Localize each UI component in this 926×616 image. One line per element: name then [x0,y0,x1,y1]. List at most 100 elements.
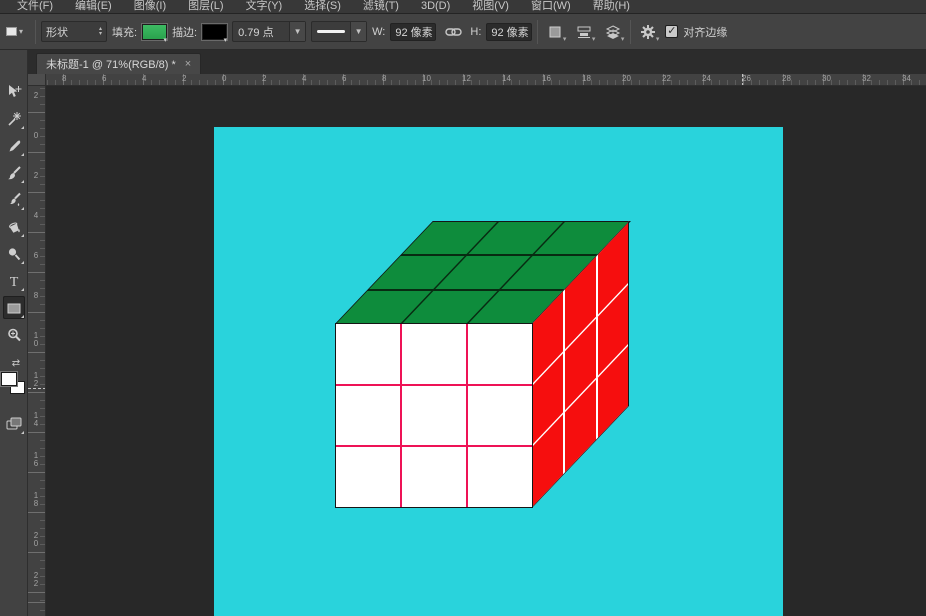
menu-item[interactable]: 文件(F) [6,0,64,13]
cube-front-cell [336,386,400,446]
magic-wand-tool[interactable] [3,107,25,130]
chevron-down-icon: ▾ [224,36,228,44]
path-arrangement-button[interactable]: ▾ [601,21,625,43]
fill-color-swatch[interactable]: ▾ [142,24,167,40]
type-tool[interactable]: T [3,269,25,292]
ruler-number: 1 4 [28,412,44,428]
ruler-number: 2 [28,92,44,100]
cube-front-cell [468,324,532,384]
document-tab[interactable]: 未标题-1 @ 71%(RGB/8) * × [36,53,201,74]
menu-item[interactable]: 文字(Y) [235,0,294,13]
ruler-number: 32 [862,74,871,83]
ruler-number: 2 2 [28,572,44,588]
menu-item[interactable]: 图像(I) [123,0,177,13]
stroke-width-value: 0.79 点 [233,24,289,40]
ruler-number: 16 [542,74,551,83]
ruler-number: 8 [382,74,386,83]
paint-bucket-tool[interactable] [3,215,25,238]
menu-item[interactable]: 帮助(H) [582,0,641,13]
brush-tool[interactable] [3,161,25,184]
ruler-number: 2 [182,74,186,83]
stroke-color-swatch[interactable]: ▾ [202,24,227,40]
ruler-number: 24 [702,74,711,83]
paint-bucket-tool-icon [6,219,22,235]
dodge-tool[interactable] [3,242,25,265]
divider [630,20,631,44]
chevron-down-icon: ▾ [164,36,168,44]
eyedropper-tool[interactable] [3,134,25,157]
menu-bar: 文件(F)编辑(E)图像(I)图层(L)文字(Y)选择(S)滤镜(T)3D(D)… [0,0,926,14]
gear-icon [640,24,656,40]
ruler-number: 1 2 [28,372,44,388]
chevron-down-icon: ▾ [621,35,625,43]
move-tool[interactable] [3,80,25,103]
chevron-down-icon: ▾ [19,28,23,36]
ruler-number: 8 [28,292,44,300]
magic-wand-tool-icon [6,111,22,127]
ruler-number: 0 [28,132,44,140]
mixer-brush-tool-icon [6,192,22,208]
brush-tool-icon [6,165,22,181]
menu-item[interactable]: 选择(S) [293,0,352,13]
menu-item[interactable]: 滤镜(T) [352,0,410,13]
ruler-number: 30 [822,74,831,83]
ruler-number: 2 [262,74,266,83]
screen-mode-button[interactable] [3,412,25,435]
ruler-number: 22 [662,74,671,83]
zoom-tool[interactable] [3,323,25,346]
check-icon: ✓ [667,26,676,37]
flyout-triangle-icon [21,261,24,264]
workspace [46,86,926,616]
screen-mode-icon [6,417,22,431]
tool-preset-dropdown[interactable]: ▾ [4,21,30,43]
photoshop-window: 文件(F)编辑(E)图像(I)图层(L)文字(Y)选择(S)滤镜(T)3D(D)… [0,0,926,616]
height-input[interactable]: 92 像素 [486,23,532,41]
ruler-number: 1 0 [28,332,44,348]
align-edges-checkbox[interactable]: ✓ [665,25,678,38]
chevron-down-icon: ▾ [592,35,596,43]
ruler-number: 10 [422,74,431,83]
options-bar: ▾ 形状 ▴▾ 填充: ▾ 描边: ▾ 0.79 点 ▼ ▼ W: 92 像素 [0,14,926,50]
horizontal-ruler[interactable]: 86420246810121416182022242628303234 [46,74,926,86]
cube-front-face [335,323,533,508]
foreground-color-swatch[interactable] [1,372,17,386]
ruler-origin-corner[interactable] [28,74,46,86]
tool-mode-select[interactable]: 形状 ▴▾ [41,21,107,42]
menu-item[interactable]: 编辑(E) [64,0,123,13]
link-icon [445,26,462,38]
menu-item[interactable]: 图层(L) [177,0,234,13]
menu-item[interactable]: 视图(V) [461,0,520,13]
rectangle-tool[interactable] [3,296,25,319]
flyout-triangle-icon [21,126,24,129]
color-swatches [1,372,27,398]
chevron-down-icon: ▼ [350,22,366,41]
path-alignment-button[interactable]: ▾ [572,21,596,43]
ruler-number: 2 0 [28,532,44,548]
align-edges-label: 对齐边缘 [683,24,727,40]
cube-front-cell [468,447,532,507]
geometry-options-button[interactable]: ▾ [636,21,660,43]
switch-colors-icon[interactable]: ⇄ [8,356,24,370]
flyout-triangle-icon [21,288,24,291]
path-arrangement-icon [605,25,621,39]
height-label: H: [470,26,481,38]
vertical-ruler[interactable]: 2024681 01 21 41 61 82 02 2 [28,86,46,616]
stroke-width-combo[interactable]: 0.79 点 ▼ [232,21,306,42]
flyout-triangle-icon [21,315,24,318]
link-dimensions-button[interactable] [441,21,465,43]
ruler-number: 4 [302,74,306,83]
path-operations-button[interactable]: ▾ [543,21,567,43]
mixer-brush-tool[interactable] [3,188,25,211]
canvas[interactable] [214,127,783,616]
ruler-number: 6 [28,252,44,260]
menu-item[interactable]: 窗口(W) [520,0,582,13]
flyout-triangle-icon [21,431,24,434]
tool-panel: T⇄ [0,50,28,616]
width-value: 92 像素 [395,24,432,40]
stroke-style-combo[interactable]: ▼ [311,21,367,42]
chevron-down-icon: ▼ [289,22,305,41]
close-icon[interactable]: × [185,59,191,70]
width-input[interactable]: 92 像素 [390,23,436,41]
path-operations-icon [548,25,562,39]
menu-item[interactable]: 3D(D) [410,0,461,13]
